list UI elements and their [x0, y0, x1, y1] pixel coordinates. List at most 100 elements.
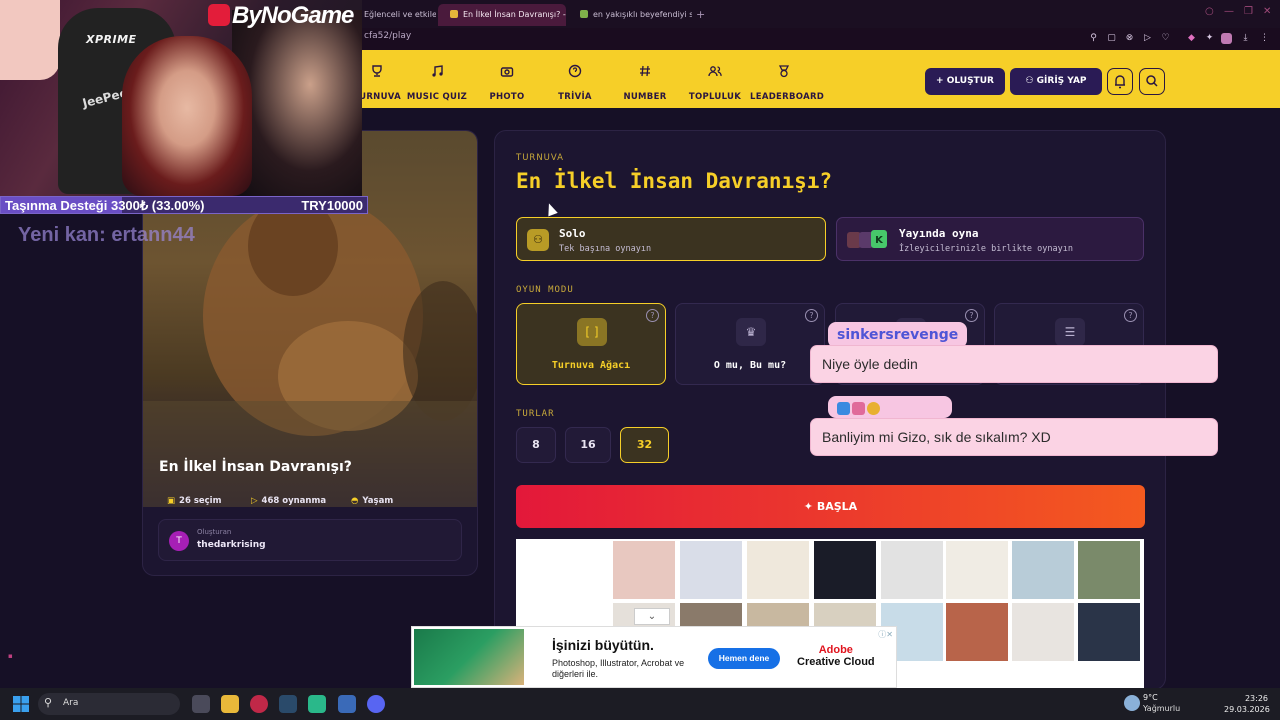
new-subscriber-alert: Yeni kan: ertann44 [18, 224, 195, 246]
browser-tab-active[interactable]: En İlkel İnsan Davranışı? - [438, 4, 566, 26]
mode-subtitle: Tek başına oynayın [559, 244, 652, 254]
crown-icon: ♛ [736, 318, 766, 346]
nav-item-topluluk[interactable]: TOPLULUK [688, 64, 742, 103]
nav-item-trivia[interactable]: TRİVİA [552, 64, 598, 103]
ad-brand: Adobe Creative Cloud [797, 644, 875, 668]
start-button[interactable]: ✦ BAŞLA [516, 485, 1145, 528]
category-icon: ◓ [351, 496, 359, 506]
url-text[interactable]: cfa52/play [364, 31, 411, 41]
create-button[interactable]: + OLUŞTUR [925, 68, 1005, 95]
taskbar-search[interactable]: ⚲ Ara [38, 693, 180, 715]
block-icon[interactable]: ⊗ [1124, 33, 1135, 44]
windows-start-icon[interactable] [13, 696, 29, 712]
ad-banner[interactable]: İşinizi büyütün. Photoshop, Illustrator,… [411, 626, 897, 688]
ad-cta-button[interactable]: Hemen dene [708, 648, 780, 669]
screenshot-icon[interactable]: ▢ [1106, 33, 1117, 44]
chat-message: Banliyim mi Gizo, sık de sıkalım? XD [810, 418, 1218, 456]
svg-text:K: K [875, 235, 884, 246]
puzzle-icon[interactable]: ✦ [1204, 33, 1215, 44]
login-button[interactable]: ⚇ GİRİŞ YAP [1010, 68, 1102, 95]
app-icon[interactable] [338, 695, 356, 713]
close-window-button[interactable]: ✕ [1263, 6, 1271, 17]
game-mode-this-or-that[interactable]: ♛ O mu, Bu mu? ? [675, 303, 825, 385]
mode-subtitle: İzleyicilerinizle birlikte oynayın [899, 244, 1073, 254]
music-note-icon [432, 65, 443, 77]
ad-collapse-button[interactable]: ⌄ [634, 608, 670, 625]
ad-product-image[interactable] [613, 541, 675, 599]
play-icon[interactable]: ▷ [1142, 33, 1153, 44]
ad-product-image[interactable] [946, 541, 1008, 599]
ad-product-image[interactable] [1012, 603, 1074, 661]
help-icon[interactable]: ? [805, 309, 818, 322]
maximize-button[interactable]: ❐ [1244, 6, 1253, 17]
webcam-overlay: XPRIME JeePeeT ByNoGame [0, 0, 362, 196]
mode-title: Yayında oyna [899, 227, 979, 240]
steam-icon[interactable] [279, 695, 297, 713]
ad-close-icon[interactable]: ⓘ✕ [878, 629, 893, 640]
download-icon[interactable]: ⤓ [1240, 33, 1251, 44]
extension-icon[interactable]: ◆ [1186, 33, 1197, 44]
help-icon[interactable]: ? [646, 309, 659, 322]
badge-icon [852, 402, 865, 415]
chair-brand-text: XPRIME [86, 33, 137, 46]
new-tab-button[interactable]: + [696, 8, 705, 21]
ad-product-image[interactable] [1012, 541, 1074, 599]
ad-product-image[interactable] [814, 541, 876, 599]
creator-row[interactable]: T Oluşturan thedarkrising [158, 519, 462, 561]
medal-icon [778, 65, 790, 78]
round-value: 32 [636, 438, 653, 451]
browser-tab[interactable]: Eğlenceli ve etkileşimli [352, 4, 436, 26]
help-icon[interactable]: ? [965, 309, 978, 322]
creator-name[interactable]: thedarkrising [197, 540, 266, 550]
file-explorer-icon[interactable] [221, 695, 239, 713]
avatar: T [169, 531, 189, 551]
menu-icon[interactable]: ⋮ [1259, 33, 1270, 44]
profile-avatar-icon[interactable] [1221, 33, 1232, 44]
tab-title: Eğlenceli ve etkileşimli [364, 10, 436, 19]
choices-count: 26 seçim [179, 496, 222, 506]
users-icon [708, 66, 722, 77]
section-label: TURNUVA [516, 153, 564, 163]
search-icon: ⚲ [44, 696, 53, 709]
ad-product-image[interactable] [1078, 541, 1140, 599]
task-view-icon[interactable] [192, 695, 210, 713]
round-option-16[interactable]: 16 [565, 427, 611, 463]
ad-product-image[interactable] [946, 603, 1008, 661]
taskbar-search-label: Ara [63, 698, 79, 708]
notification-button[interactable] [1107, 68, 1133, 95]
round-option-32[interactable]: 32 [620, 427, 669, 463]
category-badge[interactable]: ◓ Yaşam [351, 491, 393, 511]
nav-item-leaderboard[interactable]: LEADERBOARD [750, 64, 824, 103]
logo-text: ByNoGame [232, 2, 354, 29]
help-icon[interactable]: ? [1124, 309, 1137, 322]
browser-tab[interactable]: en yakışıklı beyefendiyi seç [568, 4, 692, 26]
minimize-button[interactable]: — [1224, 6, 1234, 17]
nav-item-music-quiz[interactable]: MUSIC QUIZ [406, 64, 468, 103]
search-button[interactable] [1139, 68, 1165, 95]
pin-icon[interactable]: ⚲ [1088, 33, 1099, 44]
game-mode-bracket[interactable]: [ ] Turnuva Ağacı ? [516, 303, 666, 385]
solo-mode-button[interactable]: ⚇ Solo Tek başına oynayın [516, 217, 826, 261]
rounds-label: TURLAR [516, 409, 555, 419]
ad-product-image[interactable] [1078, 603, 1140, 661]
heart-icon[interactable]: ♡ [1160, 33, 1171, 44]
ad-product-image[interactable] [747, 541, 809, 599]
stream-platforms-icon: K [847, 230, 887, 248]
clock-time: 23:26 [1244, 694, 1268, 703]
discord-icon[interactable] [367, 695, 385, 713]
opera-browser-icon[interactable] [250, 695, 268, 713]
app-icon[interactable] [308, 695, 326, 713]
user-icon: ⚇ [527, 229, 549, 251]
ad-product-image[interactable] [881, 541, 943, 599]
stream-mode-button[interactable]: K Yayında oyna İzleyicilerinizle birlikt… [836, 217, 1144, 261]
nav-label: LEADERBOARD [750, 92, 825, 102]
search-tabs-icon[interactable]: ○ [1205, 6, 1214, 17]
category-label: Yaşam [362, 496, 394, 506]
round-option-8[interactable]: 8 [516, 427, 556, 463]
badge-icon [837, 402, 850, 415]
trophy-icon [372, 65, 382, 77]
ad-product-image[interactable] [680, 541, 742, 599]
mode-title: Solo [559, 227, 586, 240]
system-clock[interactable]: 23:26 29.03.2026 [1224, 693, 1270, 715]
camera-icon [500, 67, 514, 77]
